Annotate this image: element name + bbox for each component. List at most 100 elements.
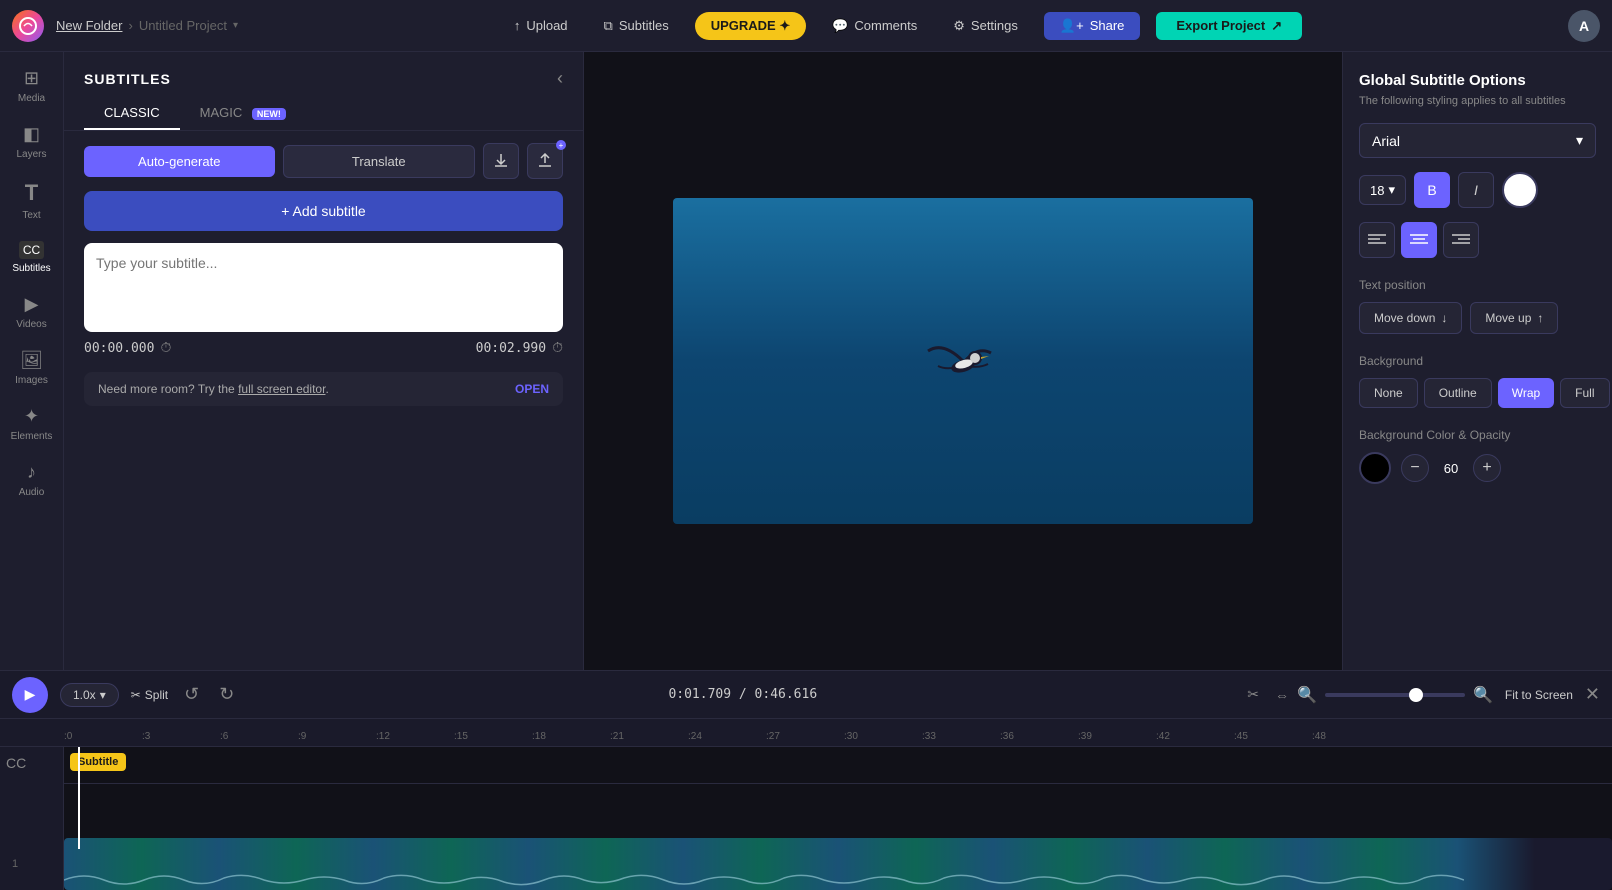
tab-magic[interactable]: MAGIC NEW! <box>180 97 306 130</box>
folder-link[interactable]: New Folder <box>56 18 122 33</box>
cc-track-icon: CC <box>6 755 26 771</box>
bg-outline-button[interactable]: Outline <box>1424 378 1492 408</box>
align-row <box>1359 222 1596 258</box>
ruler-marks: :0 :3 :6 :9 :12 :15 :18 :21 :24 :27 :30 … <box>64 731 1390 742</box>
avatar[interactable]: A <box>1568 10 1600 42</box>
zoom-thumb[interactable] <box>1409 688 1423 702</box>
panel-actions: Auto-generate Translate + <box>64 131 583 191</box>
app-logo[interactable] <box>12 10 44 42</box>
share-button[interactable]: 👤+ Share <box>1044 12 1140 40</box>
subtitle-textarea[interactable] <box>96 255 551 315</box>
add-subtitle-button[interactable]: + Add subtitle <box>84 191 563 231</box>
undo-button[interactable]: ↺ <box>180 680 203 709</box>
video-strip[interactable] <box>64 838 1612 890</box>
split-button[interactable]: ✂ Split <box>131 688 168 702</box>
sidebar-label-text: Text <box>22 210 40 221</box>
background-options-row: None Outline Wrap Full <box>1359 378 1596 408</box>
autogenerate-button[interactable]: Auto-generate <box>84 146 275 177</box>
font-size-selector[interactable]: 18 ▾ <box>1359 175 1406 205</box>
bold-button[interactable]: B <box>1414 172 1450 208</box>
export-button[interactable]: Export Project ↗ <box>1156 12 1302 40</box>
ruler-mark-27: :27 <box>766 731 844 742</box>
play-button[interactable]: ▶ <box>12 677 48 713</box>
sidebar-label-videos: Videos <box>16 319 46 330</box>
ruler-mark-36: :36 <box>1000 731 1078 742</box>
subtitle-input-area[interactable] <box>84 243 563 332</box>
move-down-button[interactable]: Move down ↓ <box>1359 302 1462 334</box>
zoom-in-button[interactable]: 🔍 <box>1473 685 1493 705</box>
align-left-button[interactable] <box>1359 222 1395 258</box>
track-number: 1 <box>12 858 18 870</box>
subtitles-button[interactable]: ⧉ Subtitles <box>594 12 679 40</box>
bg-color-circle[interactable] <box>1359 452 1391 484</box>
upgrade-button[interactable]: UPGRADE ✦ <box>695 12 807 40</box>
text-position-label: Text position <box>1359 278 1596 292</box>
translate-button[interactable]: Translate <box>283 145 476 178</box>
sidebar-label-layers: Layers <box>16 149 46 160</box>
sidebar-item-text[interactable]: T Text <box>4 172 60 229</box>
close-timeline-button[interactable]: ✕ <box>1585 684 1600 705</box>
bg-wrap-button[interactable]: Wrap <box>1498 378 1554 408</box>
sidebar-item-videos[interactable]: ▶ Videos <box>4 286 60 338</box>
subtitles-icon: CC <box>19 241 44 259</box>
bg-color-label: Background Color & Opacity <box>1359 428 1596 442</box>
sidebar-label-subtitles: Subtitles <box>12 263 50 274</box>
align-right-button[interactable] <box>1443 222 1479 258</box>
panel-tabs: CLASSIC MAGIC NEW! <box>64 97 583 131</box>
sidebar-item-elements[interactable]: ✦ Elements <box>4 398 60 450</box>
speed-selector[interactable]: 1.0x ▾ <box>60 683 119 707</box>
align-center-button[interactable] <box>1401 222 1437 258</box>
fit-to-screen-button[interactable]: Fit to Screen <box>1505 688 1573 702</box>
ruler-mark-21: :21 <box>610 731 688 742</box>
opacity-decrease-button[interactable]: − <box>1401 454 1429 482</box>
download-icon-button[interactable] <box>483 143 519 179</box>
playhead[interactable] <box>78 747 80 849</box>
upload-icon-button[interactable]: + <box>527 143 563 179</box>
sidebar-item-layers[interactable]: ◧ Layers <box>4 116 60 168</box>
font-selector[interactable]: Arial ▾ <box>1359 123 1596 158</box>
top-nav: New Folder › Untitled Project ▾ ↑ Upload… <box>0 0 1612 52</box>
share-icon: 👤+ <box>1060 18 1084 34</box>
sidebar-label-elements: Elements <box>11 431 53 442</box>
comments-button[interactable]: 💬 Comments <box>822 12 927 40</box>
timecode-start-icon[interactable]: ⏱ <box>160 340 171 356</box>
move-up-button[interactable]: Move up ↑ <box>1470 302 1558 334</box>
subtitle-track-label: CC <box>0 747 64 890</box>
breadcrumb-separator: › <box>128 18 132 33</box>
bg-none-button[interactable]: None <box>1359 378 1418 408</box>
sidebar-item-subtitles[interactable]: CC Subtitles <box>4 233 60 282</box>
panel-header: SUBTITLES ‹ <box>64 52 583 97</box>
text-color-picker[interactable] <box>1502 172 1538 208</box>
zoom-slider[interactable] <box>1325 693 1465 697</box>
timecode-end-icon[interactable]: ⏱ <box>552 340 563 356</box>
project-name: Untitled Project <box>139 18 227 33</box>
media-icon: ⊞ <box>24 68 39 89</box>
timecode-end: 00:02.990 ⏱ <box>476 340 563 356</box>
ruler-mark-18: :18 <box>532 731 610 742</box>
sidebar-item-media[interactable]: ⊞ Media <box>4 60 60 112</box>
subtitles-panel: SUBTITLES ‹ CLASSIC MAGIC NEW! Auto-gene… <box>64 52 584 670</box>
redo-button[interactable]: ↻ <box>215 680 238 709</box>
project-chevron[interactable]: ▾ <box>233 20 238 31</box>
ruler-mark-42: :42 <box>1156 731 1234 742</box>
zoom-controls: ✂ ⇔ 🔍 🔍 <box>1247 685 1493 705</box>
italic-button[interactable]: I <box>1458 172 1494 208</box>
zoom-out-button[interactable]: 🔍 <box>1297 685 1317 705</box>
fontsize-chevron-icon: ▾ <box>1388 182 1395 198</box>
fullscreen-editor-link[interactable]: full screen editor <box>238 382 325 396</box>
settings-button[interactable]: ⚙ Settings <box>943 12 1028 40</box>
timeline-ruler: :0 :3 :6 :9 :12 :15 :18 :21 :24 :27 :30 … <box>0 719 1612 747</box>
open-fullscreen-link[interactable]: OPEN <box>515 382 549 396</box>
upload-button[interactable]: ↑ Upload <box>504 12 578 39</box>
sidebar-item-audio[interactable]: ♪ Audio <box>4 454 60 506</box>
tab-classic[interactable]: CLASSIC <box>84 97 180 130</box>
panel-close-button[interactable]: ‹ <box>557 68 563 89</box>
opacity-increase-button[interactable]: + <box>1473 454 1501 482</box>
bg-full-button[interactable]: Full <box>1560 378 1609 408</box>
layers-icon: ◧ <box>23 124 40 145</box>
ruler-mark-48: :48 <box>1312 731 1390 742</box>
sidebar-item-images[interactable]: 🖼 Images <box>4 342 60 394</box>
panel-title: SUBTITLES <box>84 71 171 87</box>
speed-chevron-icon: ▾ <box>100 688 106 702</box>
sidebar-label-media: Media <box>18 93 45 104</box>
